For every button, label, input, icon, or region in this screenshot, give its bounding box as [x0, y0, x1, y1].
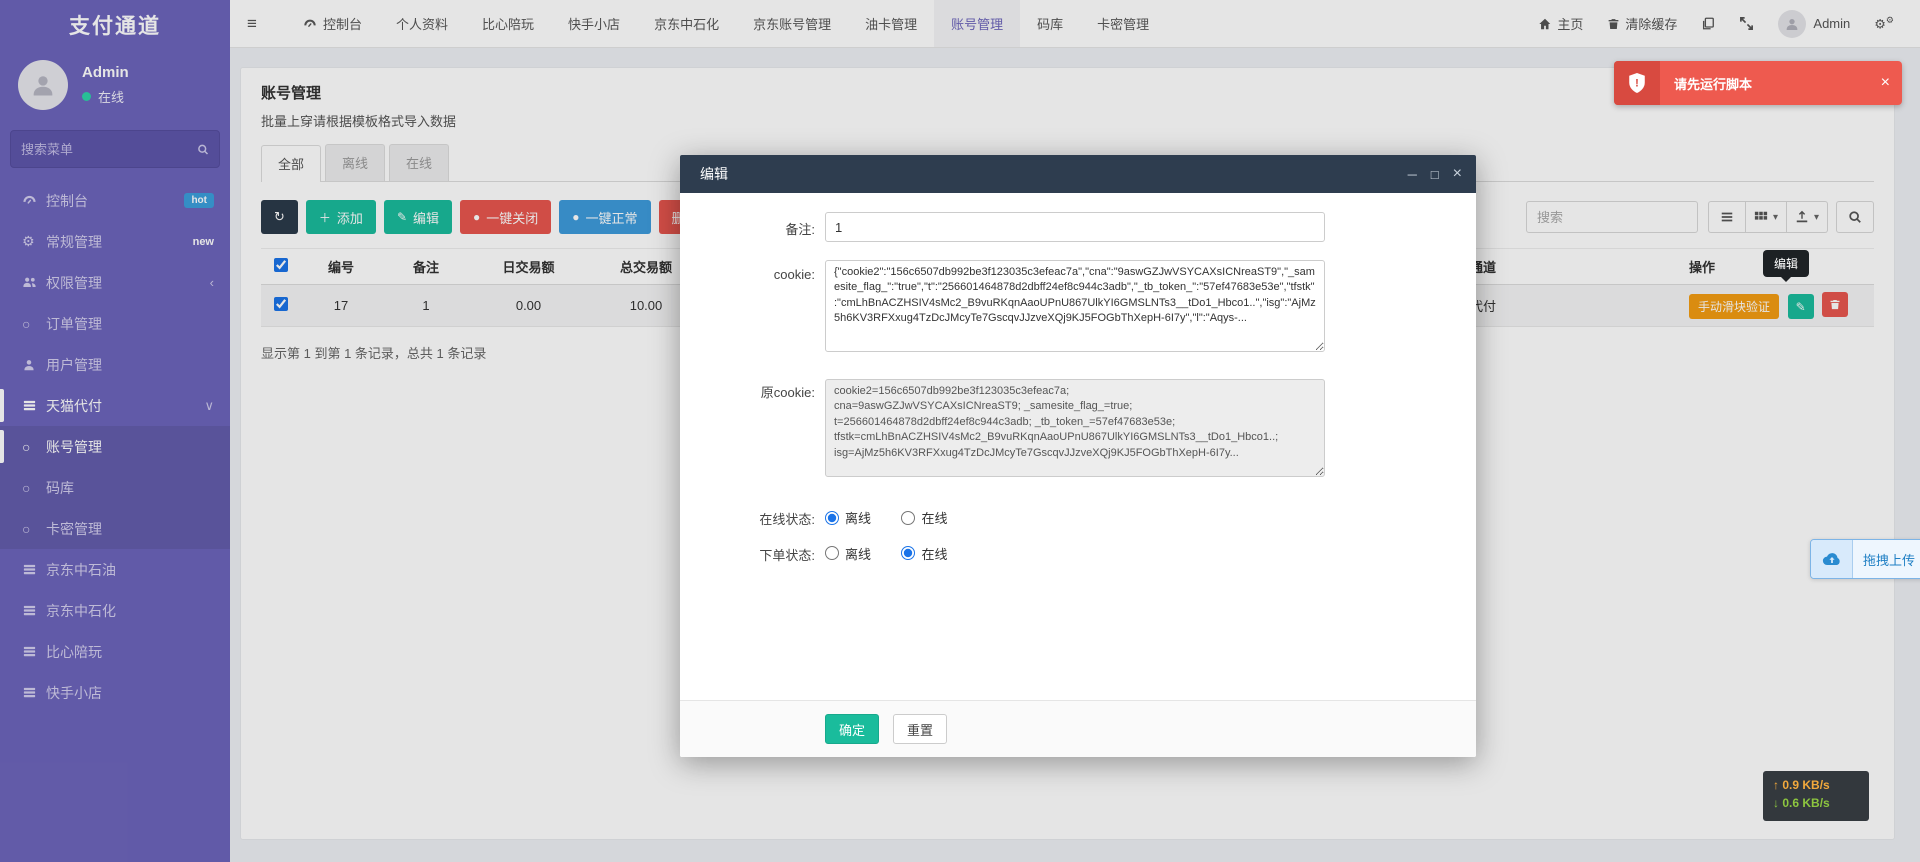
run-script-alert: ! 请先运行脚本 ×: [1614, 61, 1902, 105]
alert-close-icon[interactable]: ×: [1881, 74, 1890, 92]
online-status-online-option[interactable]: 在线: [901, 508, 947, 527]
upload-speed: 0.9 KB/s: [1782, 778, 1829, 792]
online-status-label: 在线状态:: [695, 508, 815, 530]
order-status-row: 下单状态: 离线 在线: [695, 544, 1461, 566]
note-input[interactable]: [825, 212, 1325, 242]
cloud-upload-icon: [1811, 540, 1853, 578]
modal-footer: 确定 重置: [680, 700, 1476, 757]
note-label: 备注:: [695, 212, 815, 242]
upload-label: 拖拽上传: [1863, 550, 1915, 569]
raw-cookie-label: 原cookie:: [695, 375, 815, 482]
download-arrow-icon: ↓: [1773, 796, 1779, 810]
modal-title: 编辑: [700, 164, 728, 184]
cookie-field-row: cookie: {"cookie2":"156c6507db992be3f123…: [695, 260, 1461, 357]
order-status-online-option[interactable]: 在线: [901, 544, 947, 563]
radio-offline[interactable]: [825, 546, 839, 560]
modal-header[interactable]: 编辑 ─ □ ×: [680, 155, 1476, 193]
online-status-offline-option[interactable]: 离线: [825, 508, 871, 527]
svg-text:!: !: [1635, 77, 1639, 89]
shield-icon: !: [1614, 61, 1660, 105]
maximize-icon[interactable]: □: [1431, 168, 1439, 181]
confirm-button[interactable]: 确定: [825, 714, 879, 744]
reset-button[interactable]: 重置: [893, 714, 947, 744]
upload-arrow-icon: ↑: [1773, 778, 1779, 792]
cookie-label: cookie:: [695, 260, 815, 357]
minimize-icon[interactable]: ─: [1408, 168, 1417, 181]
cookie-textarea[interactable]: {"cookie2":"156c6507db992be3f123035c3efe…: [825, 260, 1325, 352]
edit-modal: 编辑 ─ □ × 备注: cookie: {"cookie2":"156c650…: [680, 155, 1476, 757]
note-field-row: 备注:: [695, 212, 1461, 242]
radio-online[interactable]: [901, 546, 915, 560]
raw-cookie-field-row: 原cookie: cookie2=156c6507db992be3f123035…: [695, 375, 1461, 482]
radio-online[interactable]: [901, 511, 915, 525]
order-status-offline-option[interactable]: 离线: [825, 544, 871, 563]
online-status-row: 在线状态: 离线 在线: [695, 508, 1461, 530]
radio-offline[interactable]: [825, 511, 839, 525]
edit-tooltip: 编辑: [1763, 250, 1809, 277]
download-speed: 0.6 KB/s: [1782, 796, 1829, 810]
close-icon[interactable]: ×: [1453, 166, 1462, 182]
raw-cookie-textarea[interactable]: cookie2=156c6507db992be3f123035c3efeac7a…: [825, 379, 1325, 477]
alert-text: 请先运行脚本: [1674, 74, 1752, 93]
network-speed-widget: ↑ 0.9 KB/s ↓ 0.6 KB/s: [1763, 771, 1869, 821]
order-status-label: 下单状态:: [695, 544, 815, 566]
drag-upload-button[interactable]: 拖拽上传: [1810, 539, 1920, 579]
